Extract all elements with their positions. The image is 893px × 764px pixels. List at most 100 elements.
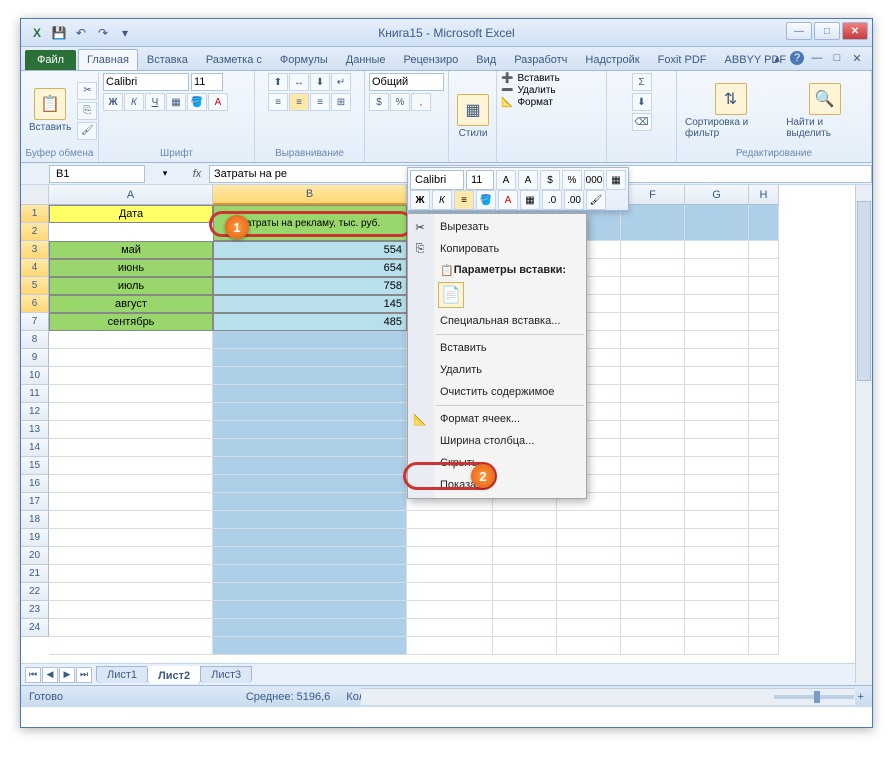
row-header-8[interactable]: 8 [21,331,49,349]
cell-F9[interactable] [621,367,685,385]
cell-E22[interactable] [557,601,621,619]
tab-foxit[interactable]: Foxit PDF [649,49,716,70]
wrap-icon[interactable]: ↵ [331,73,351,91]
sheet-tab-2[interactable]: Лист2 [147,666,201,684]
cell-E19[interactable] [557,547,621,565]
paste-button[interactable]: 📋 Вставить [25,86,75,135]
cell-H8[interactable] [749,349,779,367]
align-mid-icon[interactable]: ↔ [289,73,309,91]
cell-B16[interactable] [213,493,407,511]
row-header-9[interactable]: 9 [21,349,49,367]
row-header-5[interactable]: 5 [21,277,49,295]
cell-E24[interactable] [557,637,621,655]
row-header-22[interactable]: 22 [21,583,49,601]
row-header-20[interactable]: 20 [21,547,49,565]
file-tab[interactable]: Файл [25,50,76,70]
sheet-next-icon[interactable]: ▶ [59,667,75,683]
ctx-paste-special[interactable]: Специальная вставка... [408,310,586,332]
cell-B3[interactable]: 654 [213,259,407,277]
cell-G21[interactable] [685,583,749,601]
mini-fill-icon[interactable]: 🪣 [476,190,496,210]
copy-icon[interactable]: ⎘ [77,102,97,120]
row-header-7[interactable]: 7 [21,313,49,331]
cell-C19[interactable] [407,547,493,565]
sheet-tab-3[interactable]: Лист3 [200,666,252,683]
cell-A13[interactable] [49,439,213,457]
cell-F8[interactable] [621,349,685,367]
ctx-column-width[interactable]: Ширина столбца... [408,430,586,452]
cell-B17[interactable] [213,511,407,529]
cell-A20[interactable] [49,565,213,583]
cell-F13[interactable] [621,439,685,457]
cell-H21[interactable] [749,583,779,601]
row-header-16[interactable]: 16 [21,475,49,493]
row-header-18[interactable]: 18 [21,511,49,529]
mini-size-combo[interactable]: 11 [466,170,494,190]
format-painter-icon[interactable]: 🖌 [77,122,97,140]
tab-formulas[interactable]: Формулы [271,49,337,70]
tab-data[interactable]: Данные [337,49,395,70]
mini-border-icon[interactable]: ▦ [520,190,540,210]
bold-button[interactable]: Ж [103,93,123,111]
cell-F1[interactable] [621,205,685,241]
cell-F17[interactable] [621,511,685,529]
cell-B11[interactable] [213,403,407,421]
ctx-delete[interactable]: Удалить [408,359,586,381]
cell-F15[interactable] [621,475,685,493]
format-cells-button[interactable]: 📐Формат [501,97,602,108]
cell-G17[interactable] [685,511,749,529]
cell-A1[interactable]: Дата [49,205,213,223]
cell-F7[interactable] [621,331,685,349]
cell-G3[interactable] [685,259,749,277]
ctx-copy[interactable]: ⎘Копировать [408,238,586,260]
cell-B2[interactable]: 554 [213,241,407,259]
help-icon[interactable]: ? [790,51,804,65]
row-header-3[interactable]: 3 [21,241,49,259]
cell-B20[interactable] [213,565,407,583]
ctx-insert[interactable]: Вставить [408,337,586,359]
cell-F20[interactable] [621,565,685,583]
cell-F6[interactable] [621,313,685,331]
ribbon-minimize-icon[interactable]: ▴ [770,51,784,65]
cell-H19[interactable] [749,547,779,565]
cell-F11[interactable] [621,403,685,421]
cell-A16[interactable] [49,493,213,511]
ctx-show[interactable]: Показать [408,474,586,496]
clear-icon[interactable]: ⌫ [632,113,652,131]
cell-G23[interactable] [685,619,749,637]
cell-A18[interactable] [49,529,213,547]
align-top-icon[interactable]: ⬆ [268,73,288,91]
maximize-button[interactable]: □ [814,22,840,40]
cell-B5[interactable]: 145 [213,295,407,313]
align-left-icon[interactable]: ≡ [268,93,288,111]
cell-B10[interactable] [213,385,407,403]
tab-layout[interactable]: Разметка с [197,49,271,70]
tab-home[interactable]: Главная [78,49,138,70]
cell-A19[interactable] [49,547,213,565]
fx-icon[interactable]: fx [185,165,209,183]
cell-G22[interactable] [685,601,749,619]
cell-G24[interactable] [685,637,749,655]
delete-cells-button[interactable]: ➖Удалить [501,85,602,96]
currency-icon[interactable]: $ [369,93,389,111]
zoom-slider[interactable] [774,695,854,699]
cell-F2[interactable] [621,241,685,259]
italic-button[interactable]: К [124,93,144,111]
cell-C21[interactable] [407,583,493,601]
cell-F22[interactable] [621,601,685,619]
cell-A22[interactable] [49,601,213,619]
cell-H14[interactable] [749,457,779,475]
cell-A14[interactable] [49,457,213,475]
cell-B19[interactable] [213,547,407,565]
sort-filter-button[interactable]: ⇅Сортировка и фильтр [681,81,780,141]
cell-A21[interactable] [49,583,213,601]
cell-A7[interactable] [49,331,213,349]
cell-D17[interactable] [493,511,557,529]
mini-center-icon[interactable]: ≡ [454,190,474,210]
cell-B7[interactable] [213,331,407,349]
tab-review[interactable]: Рецензиро [395,49,468,70]
cell-F16[interactable] [621,493,685,511]
fill-icon[interactable]: ⬇ [632,93,652,111]
cell-B12[interactable] [213,421,407,439]
cell-F5[interactable] [621,295,685,313]
